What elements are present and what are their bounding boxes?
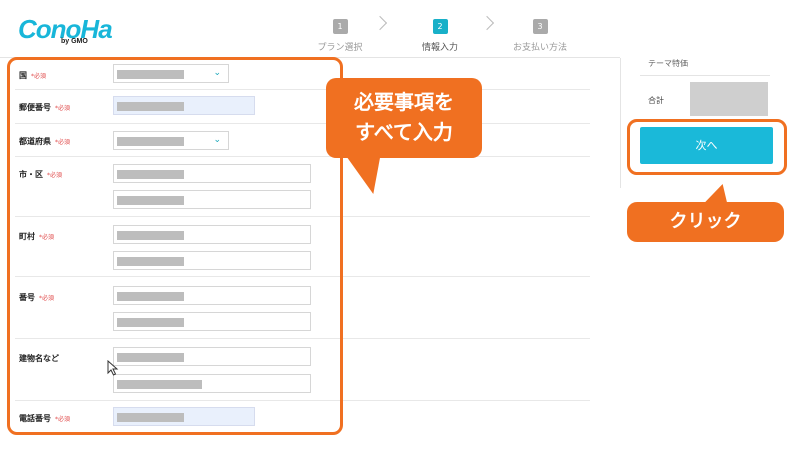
step-payment: 3 お支払い方法: [500, 14, 580, 53]
annotation-callout-fill-all: 必要事項を すべて入力: [326, 78, 482, 158]
step-label: お支払い方法: [512, 43, 567, 53]
total-amount: [690, 82, 768, 116]
step-number: 1: [332, 19, 348, 34]
annotation-callout-click: クリック: [627, 202, 784, 242]
summary-top-text: テーマ特価: [648, 59, 688, 68]
callout-line-1: 必要事項を: [354, 90, 454, 114]
step-number: 2: [432, 19, 448, 34]
step-indicator: 1 プラン選択 2 情報入力 3 お支払い方法: [300, 14, 590, 54]
next-button[interactable]: 次へ: [640, 127, 773, 164]
logo-sub: by GMO: [61, 38, 88, 45]
chevron-right-icon: [479, 15, 495, 31]
annotation-form-frame: [7, 57, 343, 435]
step-number: 3: [532, 19, 548, 34]
step-label: 情報入力: [421, 43, 458, 53]
conoha-logo[interactable]: ConoHa by GMO: [18, 14, 113, 46]
callout-line-2: すべて入力: [355, 120, 453, 144]
step-label: プラン選択: [317, 43, 363, 53]
total-label: 合計: [648, 96, 664, 105]
step-plan: 1 プラン選択: [300, 14, 380, 53]
step-info: 2 情報入力: [400, 14, 480, 53]
